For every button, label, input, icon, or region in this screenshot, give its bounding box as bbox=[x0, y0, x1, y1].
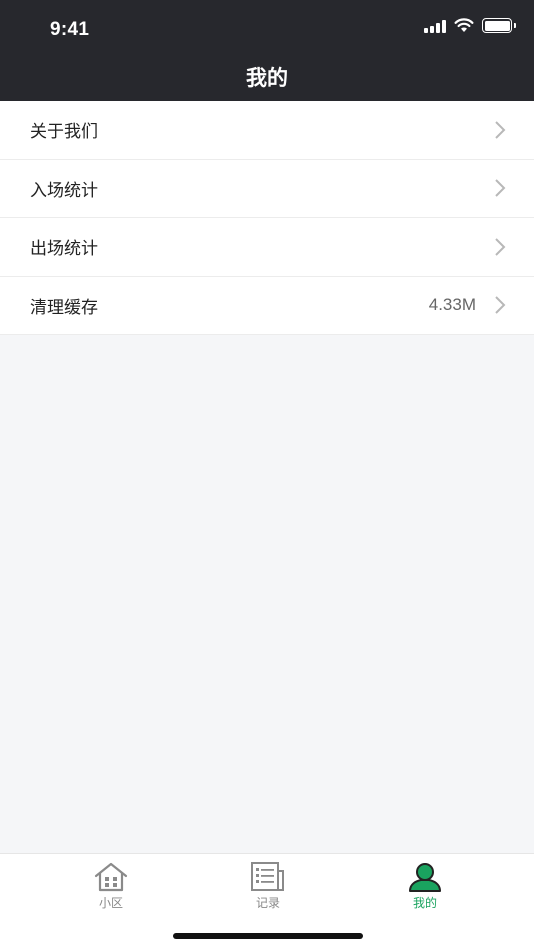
tab-mine[interactable]: 我的 bbox=[385, 862, 465, 911]
document-list-icon bbox=[251, 862, 284, 891]
chevron-right-icon bbox=[495, 121, 506, 139]
user-icon bbox=[409, 863, 441, 892]
menu-item-label: 关于我们 bbox=[30, 122, 98, 143]
wifi-icon bbox=[454, 18, 474, 32]
menu-item-label: 入场统计 bbox=[30, 180, 98, 201]
status-time: 9:41 bbox=[50, 19, 90, 40]
menu-item-entry-statistics[interactable]: 入场统计 bbox=[0, 160, 534, 218]
cache-size-value: 4.33M bbox=[428, 295, 476, 315]
page-title: 我的 bbox=[246, 66, 288, 90]
menu-item-exit-statistics[interactable]: 出场统计 bbox=[0, 218, 534, 277]
tab-label: 记录 bbox=[255, 896, 280, 910]
settings-menu-list: 关于我们 入场统计 出场统计 清理缓存 4.33M bbox=[0, 101, 534, 335]
cellular-signal-icon bbox=[424, 19, 446, 33]
chevron-right-icon bbox=[495, 296, 506, 314]
battery-icon bbox=[482, 18, 516, 33]
tab-records[interactable]: 记录 bbox=[228, 862, 308, 911]
menu-item-label: 清理缓存 bbox=[30, 297, 98, 318]
chevron-right-icon bbox=[495, 179, 506, 197]
house-icon bbox=[94, 862, 128, 892]
status-icons bbox=[424, 18, 516, 33]
menu-item-clear-cache[interactable]: 清理缓存 4.33M bbox=[0, 277, 534, 335]
tab-label: 小区 bbox=[98, 896, 123, 910]
home-indicator bbox=[173, 933, 363, 939]
menu-item-label: 出场统计 bbox=[30, 239, 98, 260]
menu-item-about-us[interactable]: 关于我们 bbox=[0, 101, 534, 160]
tab-label: 我的 bbox=[412, 896, 437, 910]
tab-community[interactable]: 小区 bbox=[71, 862, 151, 911]
navigation-header: 9:41 我的 bbox=[0, 0, 534, 101]
chevron-right-icon bbox=[495, 238, 506, 256]
